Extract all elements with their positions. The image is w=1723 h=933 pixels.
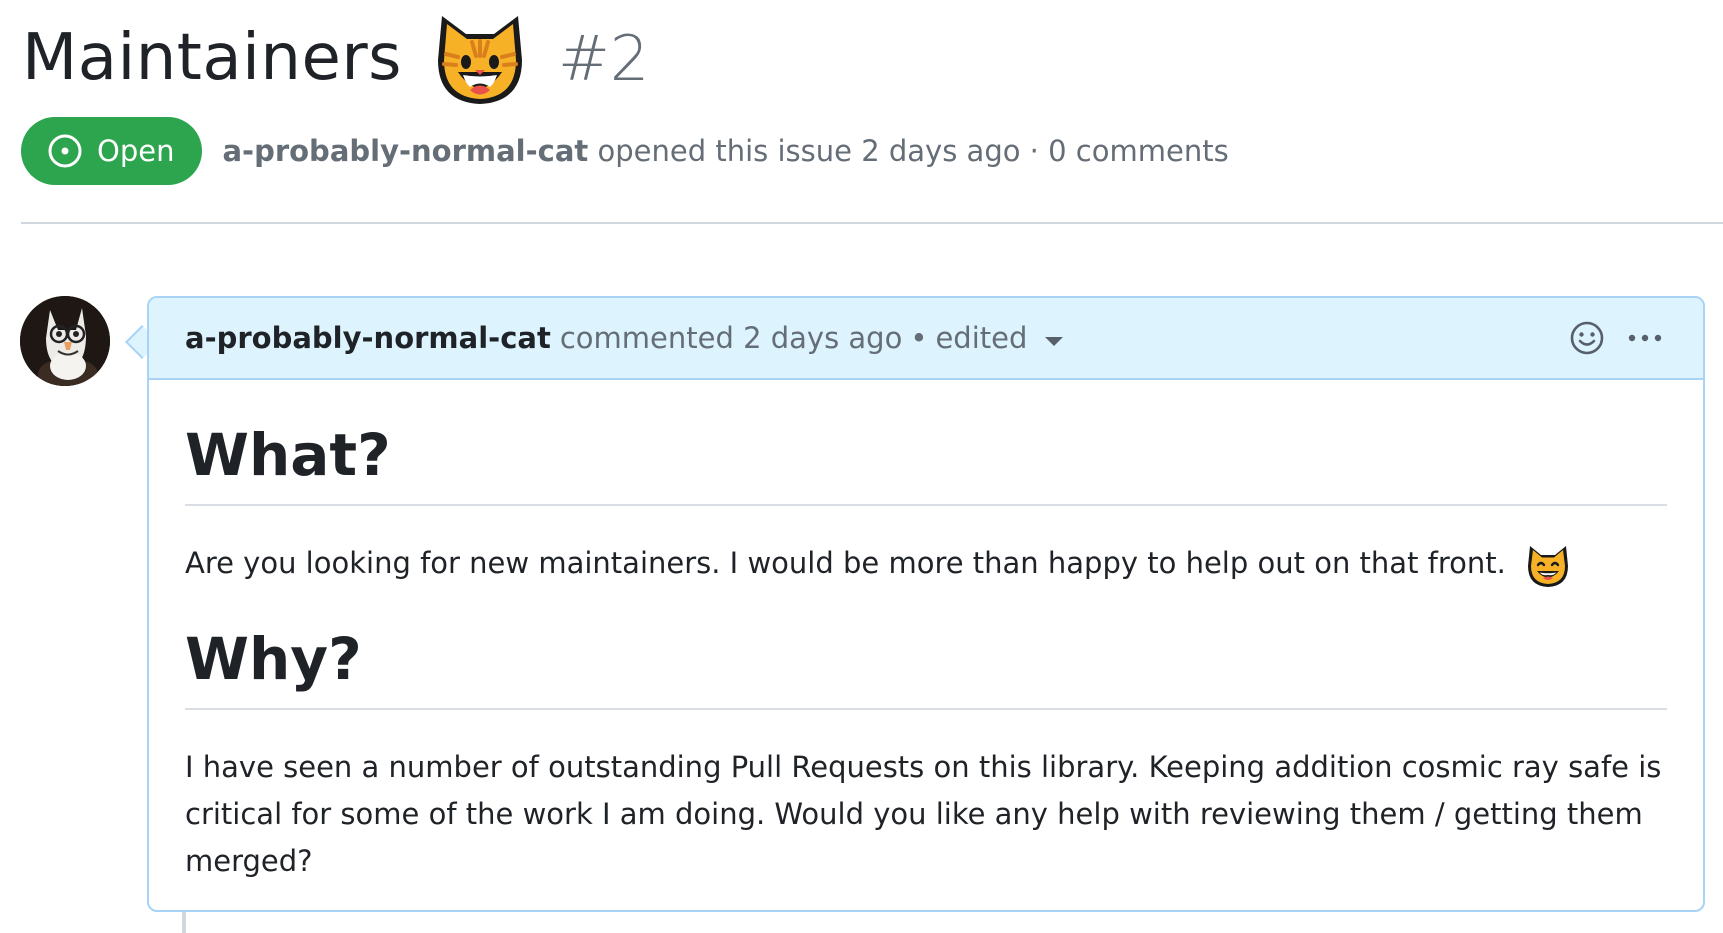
separator-dot: •: [910, 321, 928, 355]
state-badge-open: Open: [21, 117, 203, 185]
smiley-reaction-icon[interactable]: [1569, 320, 1605, 356]
smiley-cat-emoji-icon: [1528, 545, 1569, 587]
issue-comment: a-probably-normal-cat commented 2 days a…: [147, 296, 1705, 912]
issue-opened-text: opened this issue 2 days ago · 0 comment…: [597, 134, 1229, 168]
cat-avatar-icon: [20, 296, 110, 386]
comment-body: What? Are you looking for new maintainer…: [149, 380, 1703, 885]
header-divider: [21, 222, 1723, 224]
comment-actions: [1569, 320, 1663, 356]
edited-label[interactable]: edited: [935, 321, 1027, 355]
heading-why: Why?: [185, 588, 1667, 710]
heading-what: What?: [185, 380, 1667, 506]
issue-meta: Open a-probably-normal-cat opened this i…: [21, 116, 1229, 186]
comment-action-text[interactable]: commented 2 days ago: [560, 321, 903, 355]
state-label: Open: [97, 134, 175, 168]
issue-title: Maintainers: [22, 21, 402, 95]
timeline-line: [182, 912, 186, 933]
smiley-cat-emoji-icon: [437, 16, 522, 104]
kebab-menu-icon[interactable]: [1627, 332, 1663, 344]
avatar[interactable]: [20, 296, 110, 386]
issue-meta-text: a-probably-normal-cat opened this issue …: [222, 134, 1228, 168]
issue-number: #2: [557, 21, 650, 95]
issue-title-row: Maintainers #2: [22, 8, 649, 108]
comment-header: a-probably-normal-cat commented 2 days a…: [149, 298, 1703, 380]
issue-opened-icon: [48, 134, 82, 168]
paragraph-what-text: Are you looking for new maintainers. I w…: [185, 545, 1506, 580]
dropdown-caret-icon[interactable]: [1045, 336, 1064, 346]
paragraph-why: I have seen a number of outstanding Pull…: [185, 749, 1662, 878]
paragraph-what: Are you looking for new maintainers. I w…: [185, 540, 1667, 588]
comment-author-link[interactable]: a-probably-normal-cat: [185, 321, 551, 355]
issue-author-link[interactable]: a-probably-normal-cat: [222, 134, 588, 168]
